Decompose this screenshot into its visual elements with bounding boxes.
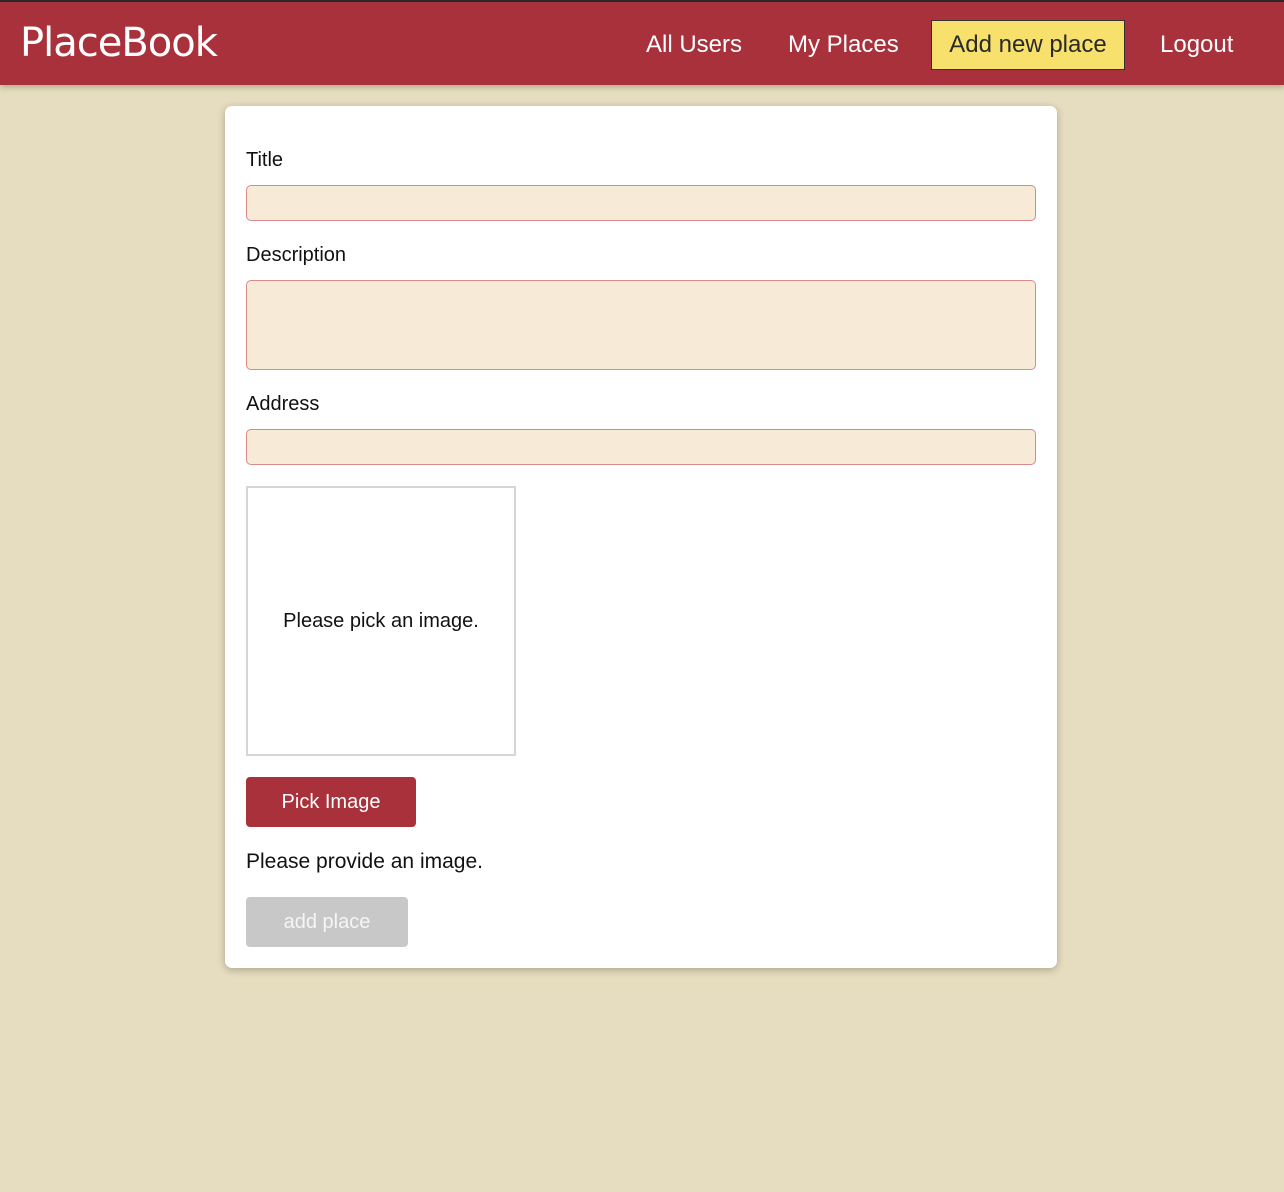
- address-label: Address: [246, 393, 320, 415]
- image-preview: Please pick an image.: [246, 486, 516, 756]
- top-navigation-bar: PlaceBook All Users My Places Add new pl…: [0, 0, 1284, 85]
- description-wrapper: [225, 280, 1057, 370]
- description-label: Description: [246, 244, 347, 266]
- new-place-form-card: Title Description Address Please pick an…: [225, 106, 1057, 968]
- nav-add-new-place[interactable]: Add new place: [931, 20, 1125, 70]
- title-label: Title: [246, 149, 284, 171]
- brand-logo[interactable]: PlaceBook: [20, 18, 218, 68]
- description-textarea[interactable]: [246, 280, 1036, 370]
- nav-logout[interactable]: Logout: [1160, 20, 1233, 70]
- nav-all-users[interactable]: All Users: [646, 20, 742, 70]
- image-preview-text: Please pick an image.: [283, 609, 479, 632]
- address-input[interactable]: [246, 429, 1036, 465]
- title-input[interactable]: [246, 185, 1036, 221]
- image-error-message: Please provide an image.: [246, 850, 483, 873]
- nav-my-places[interactable]: My Places: [788, 20, 899, 70]
- add-place-button[interactable]: add place: [246, 897, 408, 947]
- pick-image-button[interactable]: Pick Image: [246, 777, 416, 827]
